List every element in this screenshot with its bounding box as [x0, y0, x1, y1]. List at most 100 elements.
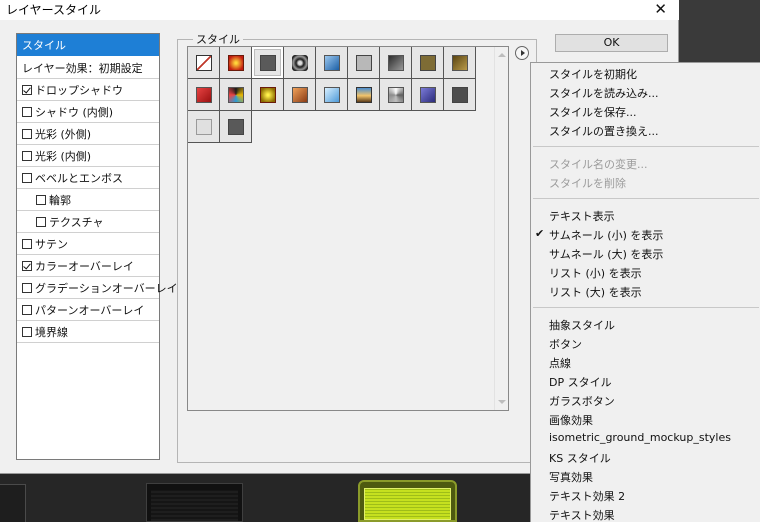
- effect-item-0[interactable]: スタイル: [17, 34, 159, 56]
- effect-label: グラデーションオーバーレイ: [35, 281, 178, 295]
- swatch-style-light-gray[interactable]: [348, 47, 380, 79]
- menu-separator: [533, 307, 759, 308]
- scroll-up-icon[interactable]: [498, 53, 506, 57]
- effect-label: テクスチャ: [49, 215, 104, 229]
- ok-button[interactable]: OK: [555, 34, 668, 52]
- effect-checkbox[interactable]: [36, 216, 46, 227]
- menu-item[interactable]: テキスト効果 2: [549, 488, 625, 504]
- swatch-style-charcoal-square[interactable]: [220, 111, 252, 143]
- swatch-style-copper[interactable]: [284, 79, 316, 111]
- effect-label: レイヤー効果：初期設定: [22, 61, 143, 75]
- effect-label: ドロップシャドウ: [35, 83, 123, 97]
- effect-checkbox[interactable]: [22, 326, 32, 337]
- menu-item[interactable]: スタイルを読み込み...: [549, 85, 659, 101]
- menu-item[interactable]: KS スタイル: [549, 450, 611, 466]
- menu-separator: [533, 146, 759, 147]
- menu-item[interactable]: スタイルの置き換え...: [549, 123, 659, 139]
- effect-item-5[interactable]: 光彩 (内側): [17, 145, 159, 167]
- effect-item-4[interactable]: 光彩 (外側): [17, 123, 159, 145]
- effect-item-9[interactable]: サテン: [17, 233, 159, 255]
- effect-checkbox[interactable]: [22, 260, 32, 271]
- swatch-style-dark-chrome[interactable]: [380, 47, 412, 79]
- swatch-style-white-noise[interactable]: [380, 79, 412, 111]
- style-red-glass-icon: [196, 87, 212, 103]
- effect-item-10[interactable]: カラーオーバーレイ: [17, 255, 159, 277]
- swatch-style-olive-bronze[interactable]: [412, 47, 444, 79]
- menu-item[interactable]: スタイルを保存...: [549, 104, 637, 120]
- menu-item[interactable]: ボタン: [549, 336, 582, 352]
- swatch-style-light-square[interactable]: [188, 111, 220, 143]
- menu-item[interactable]: テキスト表示: [549, 208, 615, 224]
- swatch-style-colorful-pattern[interactable]: [220, 79, 252, 111]
- effect-checkbox[interactable]: [22, 282, 32, 293]
- menu-item[interactable]: サムネール (大) を表示: [549, 246, 663, 262]
- effect-checkbox[interactable]: [22, 172, 32, 183]
- menu-item: スタイル名の変更...: [549, 158, 648, 171]
- background-thumbnail-dark: [146, 483, 243, 522]
- effect-checkbox[interactable]: [22, 238, 32, 249]
- effect-item-8[interactable]: テクスチャ: [17, 211, 159, 233]
- menu-item[interactable]: DP スタイル: [549, 374, 612, 390]
- effect-item-7[interactable]: 輪郭: [17, 189, 159, 211]
- effects-list: スタイルレイヤー効果：初期設定ドロップシャドウ シャドウ (内側) 光彩 (外側) 光…: [16, 33, 178, 460]
- swatch-style-sunset[interactable]: [348, 79, 380, 111]
- style-charcoal-square-icon: [228, 119, 244, 135]
- style-black-chrome-icon: [292, 55, 308, 71]
- style-sunset-icon: [356, 87, 372, 103]
- effect-label: カラーオーバーレイ: [35, 259, 134, 273]
- style-gold-gradient-icon: [452, 55, 468, 71]
- style-menu-button[interactable]: [515, 46, 529, 60]
- effect-checkbox[interactable]: [22, 304, 32, 315]
- swatch-style-purple-blue[interactable]: [412, 79, 444, 111]
- swatch-style-yellow-sparkle[interactable]: [252, 79, 284, 111]
- title-bar: レイヤースタイル ✕: [0, 0, 679, 20]
- effect-checkbox[interactable]: [22, 128, 32, 139]
- style-olive-bronze-icon: [420, 55, 436, 71]
- effect-item-1[interactable]: レイヤー効果：初期設定: [17, 57, 159, 79]
- effect-label: 輪郭: [49, 193, 71, 207]
- effect-checkbox[interactable]: [22, 106, 32, 117]
- swatch-style-none[interactable]: [188, 47, 220, 79]
- menu-item[interactable]: 写真効果: [549, 469, 593, 485]
- swatch-style-dark-gray[interactable]: [444, 79, 476, 111]
- style-gray-selected-icon: [260, 55, 276, 71]
- effect-label: パターンオーバーレイ: [35, 303, 145, 317]
- effect-item-12[interactable]: パターンオーバーレイ: [17, 299, 159, 321]
- grid-scrollbar[interactable]: [494, 47, 508, 410]
- menu-item[interactable]: スタイルを初期化: [549, 66, 637, 82]
- effect-checkbox[interactable]: [22, 84, 32, 95]
- effect-item-13[interactable]: 境界線: [17, 321, 159, 343]
- close-icon[interactable]: ✕: [654, 0, 667, 18]
- menu-item[interactable]: テキスト効果: [549, 507, 615, 522]
- menu-item[interactable]: サムネール (小) を表示: [549, 227, 663, 243]
- background-thumbnail-green: [358, 480, 457, 522]
- checkmark-icon: ✔: [535, 227, 545, 240]
- style-swatch-grid: [187, 46, 509, 411]
- scroll-down-icon[interactable]: [498, 400, 506, 404]
- swatch-style-red-glass[interactable]: [188, 79, 220, 111]
- background-panel-tab: [0, 484, 26, 522]
- swatch-style-black-chrome[interactable]: [284, 47, 316, 79]
- effect-label: シャドウ (内側): [35, 105, 114, 119]
- menu-item[interactable]: ガラスボタン: [549, 393, 615, 409]
- menu-item[interactable]: 画像効果: [549, 412, 593, 428]
- effect-checkbox[interactable]: [22, 150, 32, 161]
- swatch-style-sky-blue[interactable]: [316, 79, 348, 111]
- effect-item-2[interactable]: ドロップシャドウ: [17, 79, 159, 101]
- menu-item: スタイルを削除: [549, 177, 626, 190]
- style-group-legend: スタイル: [193, 31, 243, 47]
- swatch-style-gray-selected[interactable]: [252, 47, 284, 79]
- effect-checkbox[interactable]: [36, 194, 46, 205]
- menu-item[interactable]: isometric_ground_mockup_styles: [549, 431, 731, 444]
- menu-item[interactable]: 抽象スタイル: [549, 317, 615, 333]
- menu-item[interactable]: 点線: [549, 355, 571, 371]
- swatch-style-gold-gradient[interactable]: [444, 47, 476, 79]
- swatch-style-orange-glow[interactable]: [220, 47, 252, 79]
- menu-item[interactable]: リスト (大) を表示: [549, 284, 642, 300]
- effect-item-3[interactable]: シャドウ (内側): [17, 101, 159, 123]
- menu-item[interactable]: リスト (小) を表示: [549, 265, 642, 281]
- effect-item-11[interactable]: グラデーションオーバーレイ: [17, 277, 178, 299]
- effect-item-6[interactable]: ベベルとエンボス: [17, 167, 159, 189]
- swatch-style-blue-metal[interactable]: [316, 47, 348, 79]
- style-dark-chrome-icon: [388, 55, 404, 71]
